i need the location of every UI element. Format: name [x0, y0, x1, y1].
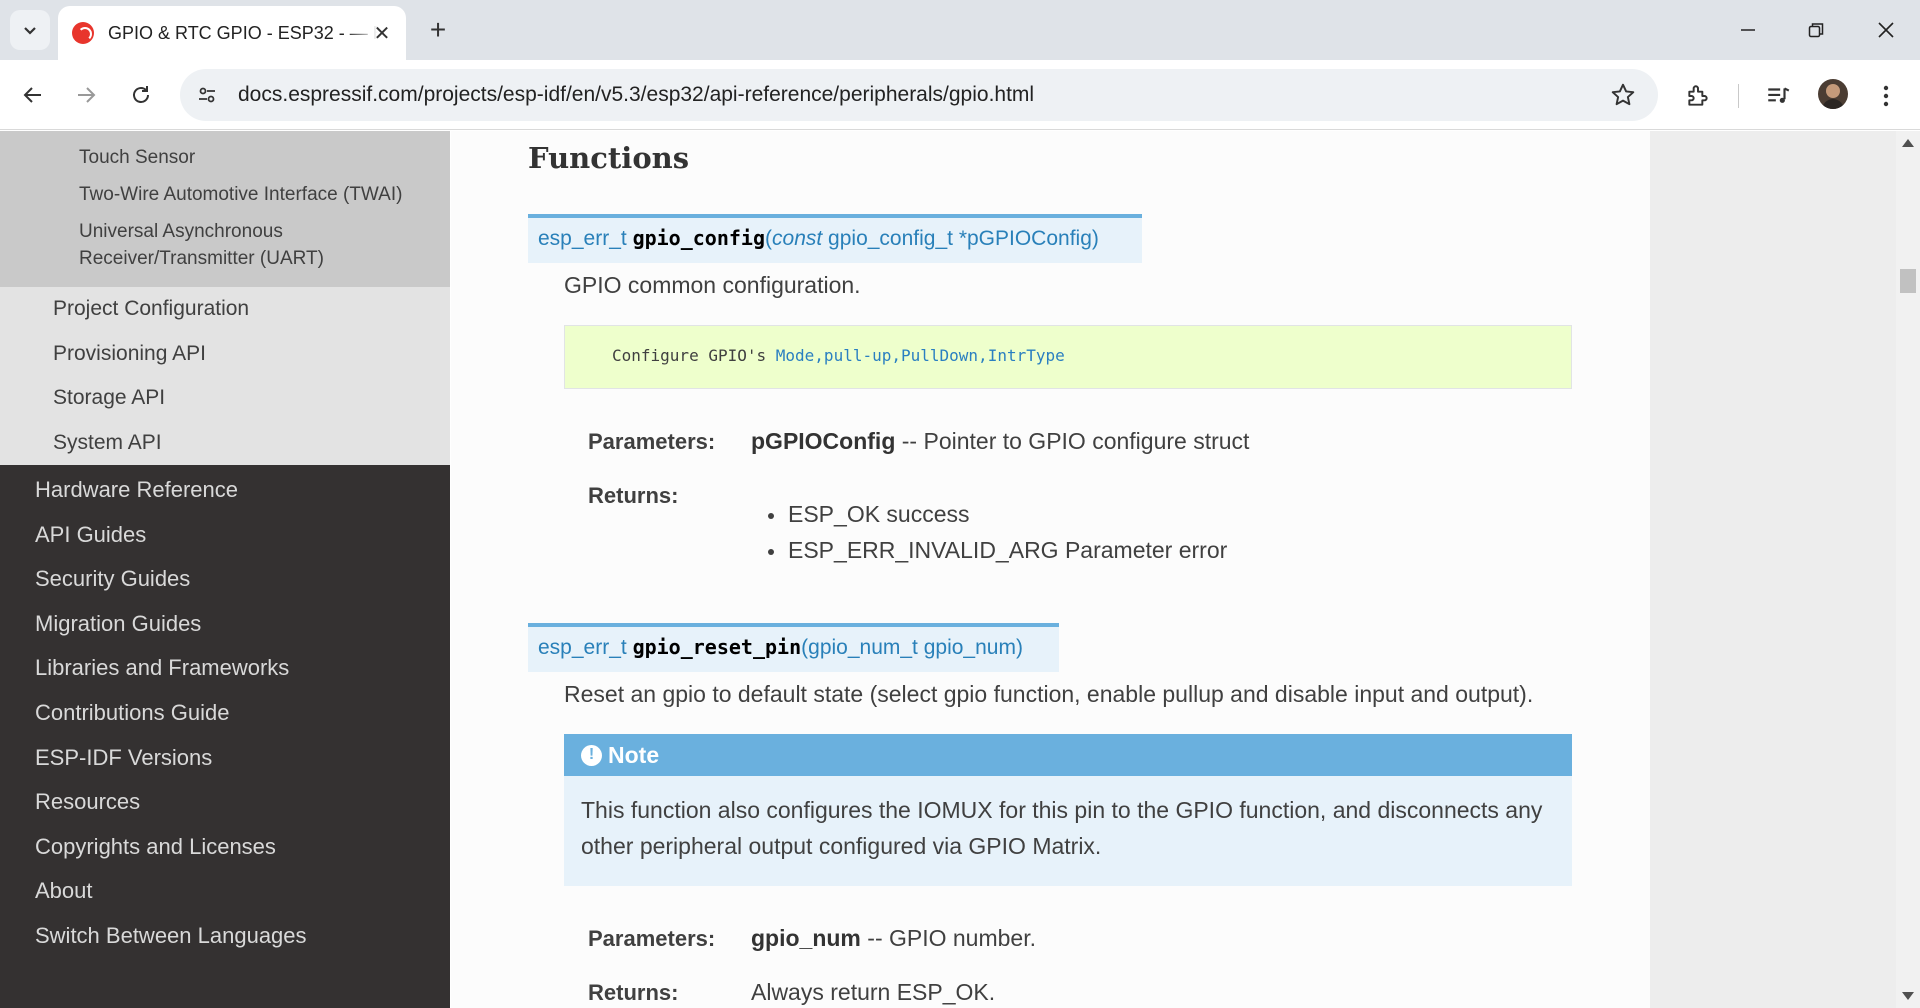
address-bar[interactable]: docs.espressif.com/projects/esp-idf/en/v… [180, 69, 1658, 121]
returns-label: Returns: [588, 980, 679, 1005]
extensions-button[interactable] [1680, 78, 1716, 114]
sidebar-item-provisioning-api[interactable]: Provisioning API [0, 332, 450, 377]
parameter-description: -- GPIO number. [860, 925, 1036, 951]
reload-button[interactable] [122, 76, 160, 114]
bookmark-button[interactable] [1610, 82, 1636, 113]
code-highlight: Mode,pull-up,PullDown,IntrType [775, 346, 1065, 365]
media-control-button[interactable] [1760, 78, 1796, 114]
param-signature[interactable]: (gpio_num_t gpio_num) [801, 636, 1023, 659]
returns-label: Returns: [588, 483, 679, 508]
list-item: ESP_ERR_INVALID_ARG Parameter error [768, 533, 1227, 569]
note-text: This function also configures the IOMUX … [581, 797, 1543, 859]
sidebar-item-twai[interactable]: Two-Wire Automotive Interface (TWAI) [0, 176, 450, 213]
back-button[interactable] [14, 76, 52, 114]
function-signature-gpio-config[interactable]: esp_err_t gpio_config(const gpio_config_… [528, 214, 1142, 263]
reload-icon [133, 86, 149, 103]
exclamation-icon: ! [581, 744, 602, 766]
tab-strip: GPIO & RTC GPIO - ESP32 - — ESP-IDF Prog… [0, 0, 1920, 60]
function-description: GPIO common configuration. [564, 272, 861, 298]
scroll-down-arrow-icon[interactable] [1902, 992, 1914, 1000]
page-scrollbar[interactable] [1896, 131, 1920, 1008]
scroll-thumb[interactable] [1900, 269, 1916, 293]
return-type[interactable]: esp_err_t [538, 636, 633, 659]
parameter-description: -- Pointer to GPIO configure struct [895, 428, 1250, 454]
right-gutter [1650, 131, 1896, 1008]
parameters-label: Parameters: [588, 429, 716, 454]
sidebar-item-project-configuration[interactable]: Project Configuration [0, 287, 450, 332]
note-header: ! Note [564, 734, 1572, 776]
new-tab-button[interactable]: + [420, 12, 456, 48]
site-info-icon [199, 87, 215, 103]
minimize-button[interactable] [1724, 10, 1772, 50]
close-icon [1878, 22, 1894, 38]
menu-icon [1883, 85, 1889, 107]
sidebar-item-security-guides[interactable]: Security Guides [0, 557, 450, 602]
open-paren: ( [765, 227, 773, 250]
sidebar-item-resources[interactable]: Resources [0, 780, 450, 825]
code-text: Configure GPIO's [612, 346, 776, 365]
docs-sidebar: Touch Sensor Two-Wire Automotive Interfa… [0, 131, 450, 1008]
scroll-up-arrow-icon[interactable] [1902, 139, 1914, 147]
returns-list: ESP_OK success ESP_ERR_INVALID_ARG Param… [768, 497, 1227, 569]
parameter-name: pGPIOConfig [751, 428, 896, 454]
sidebar-level3: Touch Sensor Two-Wire Automotive Interfa… [0, 131, 450, 287]
sidebar-item-contributions-guide[interactable]: Contributions Guide [0, 691, 450, 736]
tab-title: GPIO & RTC GPIO - ESP32 - — ESP-IDF Prog… [108, 22, 378, 43]
sidebar-item-touch-sensor[interactable]: Touch Sensor [0, 139, 450, 176]
sidebar-item-switch-languages[interactable]: Switch Between Languages [0, 914, 450, 959]
sidebar-item-api-guides[interactable]: API Guides [0, 513, 450, 558]
forward-button[interactable] [67, 76, 105, 114]
chevron-down-icon [24, 27, 36, 35]
sidebar-item-about[interactable]: About [0, 869, 450, 914]
restore-icon [1808, 23, 1824, 38]
sidebar-subtree: Touch Sensor Two-Wire Automotive Interfa… [0, 131, 450, 465]
const-keyword: const [772, 227, 823, 250]
restore-button[interactable] [1792, 10, 1840, 50]
sidebar-item-uart[interactable]: Universal Asynchronous Receiver/Transmit… [0, 213, 450, 277]
parameters-label: Parameters: [588, 926, 716, 951]
star-icon [1611, 83, 1635, 106]
param-signature[interactable]: gpio_config_t *pGPIOConfig) [822, 227, 1099, 250]
sidebar-item-esp-idf-versions[interactable]: ESP-IDF Versions [0, 736, 450, 781]
function-name: gpio_reset_pin [632, 635, 802, 659]
list-item: ESP_OK success [768, 497, 1227, 533]
sidebar-item-system-api[interactable]: System API [0, 421, 450, 466]
sidebar-item-libraries-frameworks[interactable]: Libraries and Frameworks [0, 646, 450, 691]
function-name: gpio_config [632, 226, 766, 250]
back-icon [23, 87, 41, 103]
sidebar-item-hardware-reference[interactable]: Hardware Reference [0, 468, 450, 513]
section-title: Functions [528, 141, 690, 175]
sidebar-level2: Project Configuration Provisioning API S… [0, 287, 450, 465]
espressif-favicon-icon [72, 22, 94, 44]
code-block: Configure GPIO's Mode,pull-up,PullDown,I… [564, 325, 1572, 389]
main-content: Functions esp_err_t gpio_config(const gp… [451, 131, 1650, 1008]
function-signature-gpio-reset-pin[interactable]: esp_err_t gpio_reset_pin(gpio_num_t gpio… [528, 623, 1059, 672]
note-admonition: ! Note This function also configures the… [564, 734, 1572, 886]
parameter-entry: gpio_num -- GPIO number. [751, 925, 1036, 952]
media-icon [1768, 87, 1790, 103]
parameter-name: gpio_num [751, 925, 861, 951]
sidebar-level1: Hardware Reference API Guides Security G… [0, 465, 450, 959]
parameter-entry: pGPIOConfig -- Pointer to GPIO configure… [751, 428, 1249, 455]
sidebar-item-storage-api[interactable]: Storage API [0, 376, 450, 421]
forward-icon [78, 87, 96, 103]
function-description: Reset an gpio to default state (select g… [564, 681, 1534, 707]
extensions-icon [1688, 85, 1708, 106]
return-type[interactable]: esp_err_t [538, 227, 633, 250]
returns-text: Always return ESP_OK. [751, 979, 996, 1005]
note-title: Note [608, 741, 660, 768]
tab-close-button[interactable]: ✕ [370, 21, 394, 45]
site-info-button[interactable] [190, 78, 224, 112]
browser-toolbar: docs.espressif.com/projects/esp-idf/en/v… [0, 60, 1920, 130]
sidebar-item-copyrights-licenses[interactable]: Copyrights and Licenses [0, 825, 450, 870]
minimize-icon [1741, 29, 1755, 31]
toolbar-separator [1738, 84, 1739, 108]
active-tab[interactable]: GPIO & RTC GPIO - ESP32 - — ESP-IDF Prog… [58, 6, 406, 60]
close-window-button[interactable] [1862, 10, 1910, 50]
profile-avatar[interactable] [1818, 79, 1848, 109]
sidebar-item-migration-guides[interactable]: Migration Guides [0, 602, 450, 647]
url-text: docs.espressif.com/projects/esp-idf/en/v… [238, 83, 1035, 106]
browser-menu-button[interactable] [1868, 78, 1904, 114]
tab-search-button[interactable] [10, 10, 50, 50]
